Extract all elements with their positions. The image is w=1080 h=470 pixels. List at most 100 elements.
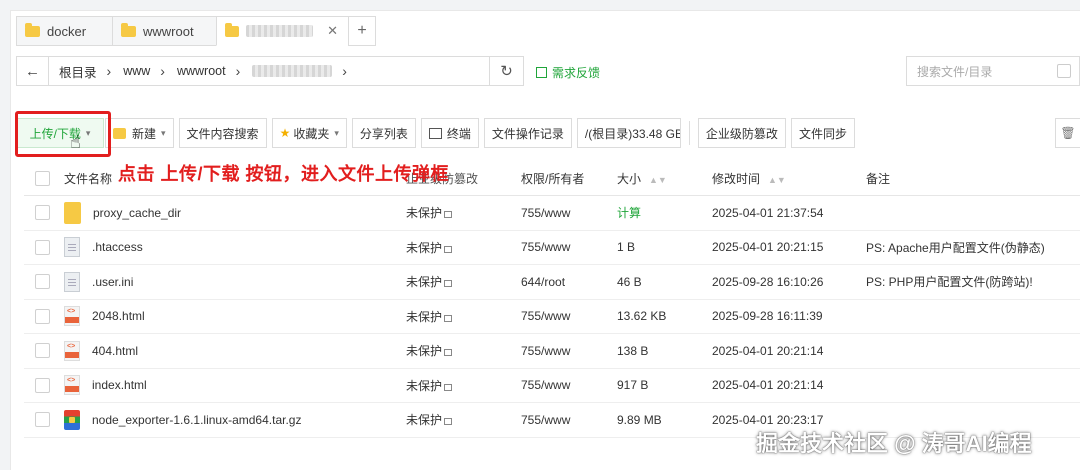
breadcrumb-wwwroot[interactable]: wwwroot — [177, 64, 226, 78]
lock-icon[interactable] — [444, 383, 453, 391]
text-file-icon — [64, 271, 80, 292]
file-sync-button[interactable]: 文件同步 — [790, 118, 855, 148]
lock-icon[interactable] — [444, 211, 453, 219]
html-file-icon — [64, 340, 80, 361]
file-name[interactable]: 404.html — [92, 344, 138, 358]
tamper-label: 企业级防篡改 — [705, 126, 778, 141]
tab-bar: docker wwwroot ✕ + — [16, 16, 376, 46]
tab-wwwroot[interactable]: wwwroot — [112, 16, 216, 46]
row-checkbox[interactable] — [35, 205, 50, 221]
feedback-link[interactable]: 需求反馈 — [536, 64, 600, 81]
table-row[interactable]: .user.ini 未保护 644/root 46 B 2025-09-28 16:10… — [24, 265, 1080, 300]
perm-cell[interactable]: 755/www — [521, 309, 617, 323]
breadcrumb-www[interactable]: www — [123, 64, 150, 78]
file-name-cell[interactable]: proxy_cache_dir — [64, 201, 406, 224]
file-name[interactable]: .htaccess — [92, 240, 143, 254]
protect-cell[interactable]: 未保护 — [406, 273, 521, 290]
breadcrumb-root[interactable]: 根目录 — [59, 62, 97, 81]
op-log-button[interactable]: 文件操作记录 — [483, 118, 572, 148]
table-row[interactable]: 2048.html 未保护 755/www13.62 KB 2025-09-28 16… — [24, 300, 1080, 334]
lock-icon[interactable] — [444, 418, 453, 426]
disk-button[interactable]: /(根目录)33.48 GB — [576, 118, 681, 148]
disk-label: /(根目录)33.48 GB — [584, 126, 681, 141]
file-name-cell[interactable]: .user.ini — [64, 271, 406, 292]
new-folder-icon — [113, 127, 126, 139]
html-file-icon — [64, 375, 80, 396]
tab-active[interactable]: ✕ — [216, 16, 348, 46]
perm-cell[interactable]: 755/www — [521, 206, 617, 220]
file-name[interactable]: .user.ini — [92, 275, 133, 289]
tab-docker[interactable]: docker — [16, 16, 112, 46]
lock-icon[interactable] — [444, 280, 453, 288]
protect-cell[interactable]: 未保护 — [406, 239, 521, 256]
perm-cell[interactable]: 644/root — [521, 275, 617, 289]
note-cell[interactable]: PS: Apache用户配置文件(伪静态) — [866, 239, 1080, 256]
mtime-cell: 2025-04-01 20:21:14 — [712, 378, 824, 393]
protect-cell[interactable]: 未保护 — [406, 411, 521, 428]
refresh-icon[interactable]: ↻ — [489, 57, 523, 85]
terminal-button[interactable]: 终端 — [420, 118, 479, 148]
lock-icon[interactable] — [444, 314, 453, 322]
lock-icon[interactable] — [444, 245, 453, 253]
breadcrumb-blurred[interactable] — [252, 65, 333, 77]
breadcrumb: 根目录 › www › wwwroot › › — [59, 62, 347, 81]
table-body: proxy_cache_dir 未保护 755/www 计算 2025-04-01 21… — [24, 196, 1080, 438]
trash-icon[interactable]: 🗑 — [1055, 118, 1080, 148]
sort-icon[interactable]: ▲▼ — [649, 175, 667, 185]
protect-status: 未保护 — [406, 206, 443, 221]
header-size-label: 大小 — [617, 172, 642, 186]
row-checkbox[interactable] — [35, 343, 50, 359]
table-row[interactable]: 404.html 未保护 755/www138 B 2025-04-01 20:21:… — [24, 334, 1080, 369]
file-name-cell[interactable]: node_exporter-1.6.1.linux-amd64.tar.gz — [64, 409, 406, 430]
protect-cell[interactable]: 未保护 — [406, 308, 521, 325]
content-search-button[interactable]: 文件内容搜索 — [178, 118, 267, 148]
row-checkbox[interactable] — [35, 412, 50, 428]
row-checkbox[interactable] — [35, 239, 50, 255]
archive-file-icon — [64, 409, 80, 430]
file-name-cell[interactable]: index.html — [64, 375, 406, 396]
file-name-cell[interactable]: 404.html — [64, 340, 406, 361]
file-name-cell[interactable]: 2048.html — [64, 306, 406, 327]
lock-icon[interactable] — [444, 349, 453, 357]
tamper-proof-button[interactable]: 企业级防篡改 — [697, 118, 786, 148]
header-size[interactable]: 大小 ▲▼ — [617, 170, 712, 187]
perm-cell[interactable]: 755/www — [521, 378, 617, 392]
table-row[interactable]: .htaccess 未保护 755/www 1 B 2025-04-01 20:21:1… — [24, 231, 1080, 265]
search-checkbox[interactable] — [1057, 64, 1071, 78]
file-table: 文件名称 止业级防篡改 权限/所有者 大小 ▲▼ 修改时间 ▲▼ 备注 proxy_… — [24, 162, 1080, 438]
table-row[interactable]: index.html 未保护 755/www917 B 2025-04-01 20:2… — [24, 369, 1080, 403]
size-cell: 138 B — [617, 343, 649, 358]
close-icon[interactable]: ✕ — [327, 23, 338, 39]
row-checkbox[interactable] — [35, 308, 50, 324]
perm-cell[interactable]: 755/www — [521, 413, 617, 427]
file-name[interactable]: node_exporter-1.6.1.linux-amd64.tar.gz — [92, 413, 301, 427]
table-row[interactable]: proxy_cache_dir 未保护 755/www 计算 2025-04-01 21… — [24, 196, 1080, 231]
share-list-button[interactable]: 分享列表 — [351, 118, 416, 148]
protect-cell[interactable]: 未保护 — [406, 342, 521, 359]
perm-cell[interactable]: 755/www — [521, 344, 617, 358]
file-name[interactable]: proxy_cache_dir — [93, 206, 181, 220]
new-button[interactable]: 新建 ▾ — [105, 118, 174, 148]
highlight-box — [15, 111, 111, 157]
favorites-button[interactable]: ★ 收藏夹 ▾ — [271, 118, 347, 148]
perm-cell[interactable]: 755/www — [521, 240, 617, 254]
row-checkbox[interactable] — [35, 377, 50, 393]
header-note: 备注 — [866, 172, 891, 186]
size-cell[interactable]: 计算 — [617, 204, 712, 221]
search-input[interactable]: 搜索文件/目录 — [906, 56, 1080, 86]
toolbar-divider — [688, 121, 690, 145]
note-cell[interactable]: PS: PHP用户配置文件(防跨站)! — [866, 273, 1080, 290]
header-perm: 权限/所有者 — [521, 172, 585, 186]
file-name[interactable]: 2048.html — [92, 309, 145, 323]
file-name[interactable]: index.html — [92, 378, 147, 392]
protect-cell[interactable]: 未保护 — [406, 204, 521, 221]
file-name-cell[interactable]: .htaccess — [64, 237, 406, 258]
add-tab-button[interactable]: + — [348, 16, 376, 46]
select-all-checkbox[interactable] — [35, 171, 50, 186]
protect-cell[interactable]: 未保护 — [406, 377, 521, 394]
header-mtime[interactable]: 修改时间 ▲▼ — [712, 170, 866, 187]
sort-icon[interactable]: ▲▼ — [768, 175, 786, 185]
back-arrow-icon[interactable]: ← — [17, 57, 49, 85]
address-bar[interactable]: ← 根目录 › www › wwwroot › › ↻ — [16, 56, 524, 86]
row-checkbox[interactable] — [35, 274, 50, 290]
